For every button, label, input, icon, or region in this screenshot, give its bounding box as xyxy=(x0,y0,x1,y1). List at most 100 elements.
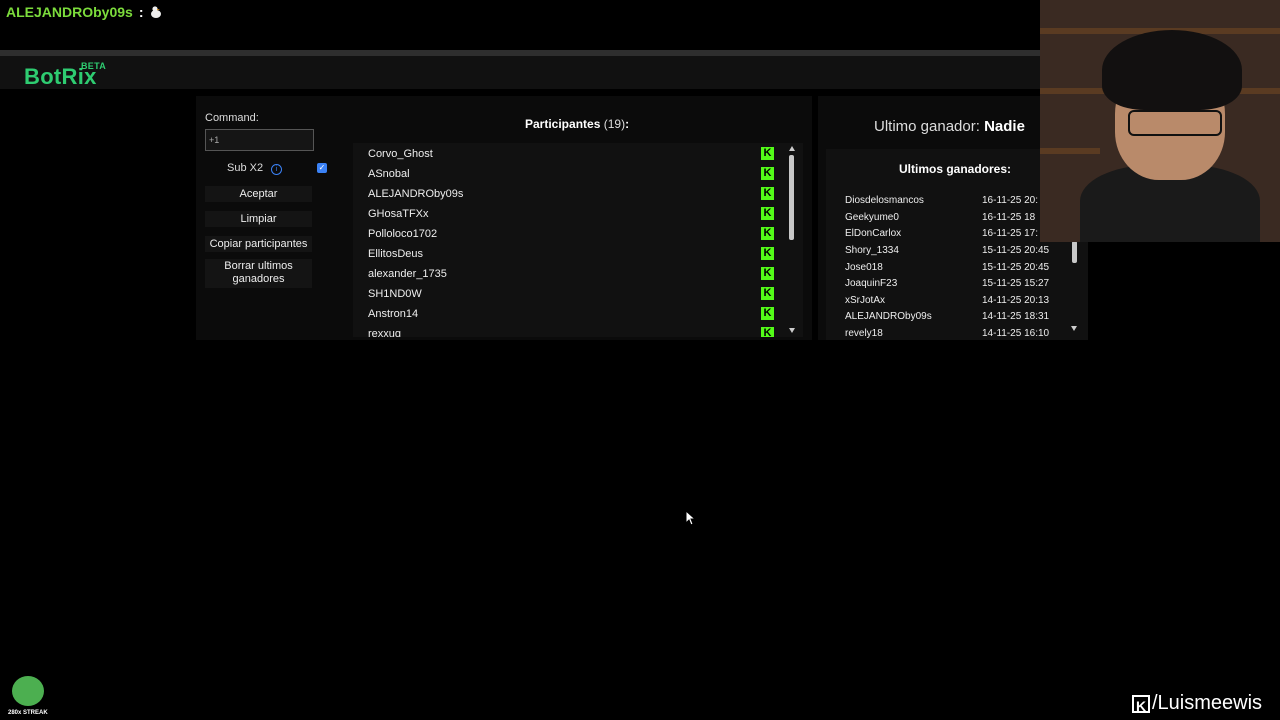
participants-count: (19) xyxy=(603,117,626,131)
winner-row: Diosdelosmancos 16-11-25 20: xyxy=(845,195,1065,209)
app-header: BotRix BETA xyxy=(0,56,1040,89)
participant-name: Corvo_Ghost xyxy=(368,148,433,160)
winner-name: Diosdelosmancos xyxy=(845,195,924,206)
kick-logo-icon: K xyxy=(1132,694,1150,714)
command-label: Command: xyxy=(205,112,259,124)
participants-title-text: Participantes xyxy=(525,117,601,131)
kick-icon: K xyxy=(761,287,774,300)
kick-icon: K xyxy=(761,227,774,240)
chat-message: ALEJANDROby09s : xyxy=(6,4,162,20)
winner-name: Shory_1334 xyxy=(845,245,899,256)
participants-list[interactable]: Corvo_Ghost K ASnobal K ALEJANDROby09s K GH… xyxy=(353,143,803,337)
winner-name: Jose018 xyxy=(845,262,883,273)
frog-emote-icon xyxy=(12,676,44,706)
participant-name: EllitosDeus xyxy=(368,248,424,260)
winner-date: 15-11-25 20:45 xyxy=(982,245,1050,256)
winner-date: 15-11-25 20:45 xyxy=(982,262,1050,273)
winner-date: 16-11-25 17: xyxy=(982,228,1038,239)
winner-date: 15-11-25 15:27 xyxy=(982,278,1050,289)
kick-icon: K xyxy=(761,167,774,180)
participant-name: rexxug xyxy=(368,328,402,337)
participants-title: Participantes (19): xyxy=(525,117,629,131)
participant-name: Anstron14 xyxy=(368,308,419,320)
winner-date: 16-11-25 18 xyxy=(982,212,1036,223)
kick-icon: K xyxy=(761,247,774,260)
winner-date: 14-11-25 16:10 xyxy=(982,328,1050,339)
participant-row: EllitosDeus K xyxy=(353,243,803,263)
command-input[interactable]: +1 xyxy=(205,129,314,151)
beta-badge: BETA xyxy=(81,61,107,71)
botrix-logo[interactable]: BotRix BETA xyxy=(24,61,106,90)
winner-row: revely18 14-11-25 16:10 xyxy=(845,328,1065,340)
streamer-hair xyxy=(1102,30,1242,110)
winner-date: 14-11-25 20:13 xyxy=(982,295,1050,306)
winner-row: Shory_1334 15-11-25 20:45 xyxy=(845,245,1065,259)
scroll-up-icon[interactable] xyxy=(789,146,795,151)
winner-row: ALEJANDROby09s 14-11-25 18:31 xyxy=(845,311,1065,325)
sub-x2-label: Sub X2 xyxy=(227,162,264,174)
winner-name: ElDonCarlox xyxy=(845,228,902,239)
participant-row: Anstron14 K xyxy=(353,303,803,323)
shelf xyxy=(1040,148,1100,154)
info-icon[interactable]: i xyxy=(271,164,282,175)
scroll-down-icon[interactable] xyxy=(1071,326,1077,331)
sub-x2-option: Sub X2 i ✓ xyxy=(205,161,327,177)
chat-username: ALEJANDROby09s xyxy=(6,4,133,20)
winner-name: ALEJANDROby09s xyxy=(845,311,932,322)
scroll-thumb[interactable] xyxy=(789,155,794,240)
winner-row: Geekyume0 16-11-25 18 xyxy=(845,212,1065,226)
last-winner-name: Nadie xyxy=(984,118,1025,135)
last-winner: Ultimo ganador: Nadie xyxy=(874,118,1025,135)
participant-name: ALEJANDROby09s xyxy=(368,188,464,200)
kick-icon: K xyxy=(761,207,774,220)
participant-row: alexander_1735 K xyxy=(353,263,803,283)
winner-row: xSrJotAx 14-11-25 20:13 xyxy=(845,295,1065,309)
winner-row: JoaquinF23 15-11-25 15:27 xyxy=(845,278,1065,292)
participant-row: ASnobal K xyxy=(353,163,803,183)
winner-date: 14-11-25 18:31 xyxy=(982,311,1050,322)
winners-scroll-thumb[interactable] xyxy=(1072,241,1077,263)
participant-row: Polloloco1702 K xyxy=(353,223,803,243)
last-winners-title: Ultimos ganadores: xyxy=(899,162,1012,176)
streak-badge: 280x STREAK xyxy=(8,674,48,720)
winner-row: Jose018 15-11-25 20:45 xyxy=(845,262,1065,276)
giveaway-panel: Command: +1 Sub X2 i ✓ Aceptar Limpiar C… xyxy=(196,96,812,340)
kick-icon: K xyxy=(761,267,774,280)
winner-name: Geekyume0 xyxy=(845,212,899,223)
scroll-down-icon[interactable] xyxy=(789,328,795,333)
participant-name: SH1ND0W xyxy=(368,288,422,300)
sub-x2-checkbox[interactable]: ✓ xyxy=(317,163,327,173)
duck-emote-icon xyxy=(150,6,161,18)
chat-separator: : xyxy=(138,4,144,20)
webcam-overlay xyxy=(1040,0,1280,242)
participants-scrollbar[interactable] xyxy=(789,143,795,337)
participant-name: GHosaTFXx xyxy=(368,208,429,220)
participant-row: rexxug K xyxy=(353,323,803,337)
channel-watermark: K /Luismeewis xyxy=(1132,692,1262,715)
winner-name: JoaquinF23 xyxy=(845,278,898,289)
copy-participants-button[interactable]: Copiar participantes xyxy=(205,236,312,252)
clear-button[interactable]: Limpiar xyxy=(205,211,312,227)
streamer-glasses xyxy=(1128,110,1222,136)
streak-label: 280x STREAK xyxy=(8,710,48,716)
participant-name: ASnobal xyxy=(368,168,410,180)
mouse-cursor-icon xyxy=(685,510,695,526)
channel-name: /Luismeewis xyxy=(1152,692,1263,714)
delete-last-winners-button[interactable]: Borrar ultimos ganadores xyxy=(205,259,312,288)
participant-name: Polloloco1702 xyxy=(368,228,438,240)
kick-icon: K xyxy=(761,187,774,200)
participants-colon: : xyxy=(625,117,630,131)
participant-row: ALEJANDROby09s K xyxy=(353,183,803,203)
last-winner-label: Ultimo ganador: xyxy=(874,118,980,135)
participant-row: SH1ND0W K xyxy=(353,283,803,303)
kick-icon: K xyxy=(761,327,774,337)
accept-button[interactable]: Aceptar xyxy=(205,186,312,202)
kick-icon: K xyxy=(761,307,774,320)
participant-row: GHosaTFXx K xyxy=(353,203,803,223)
kick-icon: K xyxy=(761,147,774,160)
participant-name: alexander_1735 xyxy=(368,268,447,280)
winner-name: xSrJotAx xyxy=(845,295,886,306)
participant-row: Corvo_Ghost K xyxy=(353,143,803,163)
winner-row: ElDonCarlox 16-11-25 17: xyxy=(845,228,1065,242)
botrix-app: BotRix BETA Command: +1 Sub X2 i ✓ Acept… xyxy=(0,56,1088,720)
